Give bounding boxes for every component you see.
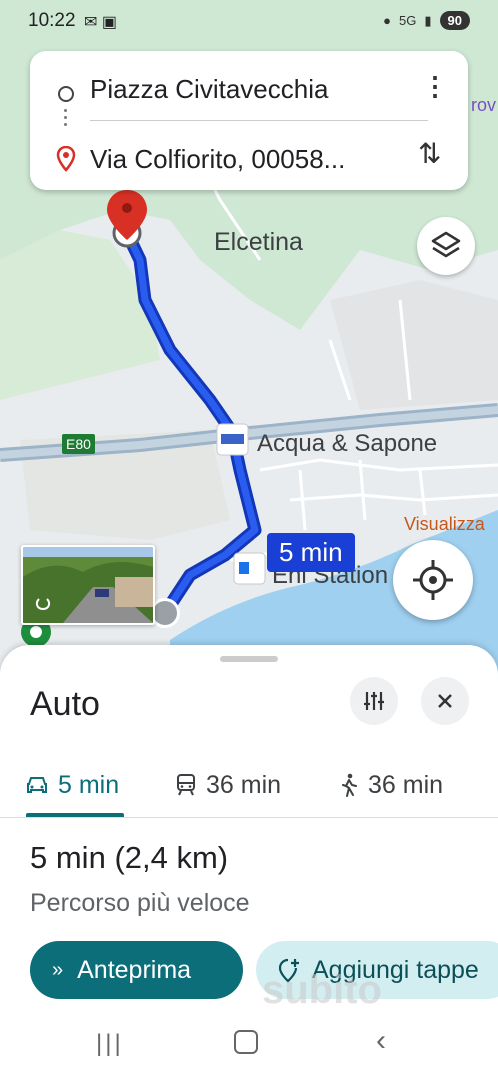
origin-field[interactable]: Piazza Civitavecchia	[90, 74, 328, 105]
battery-level: 90	[439, 11, 470, 30]
tab-transit[interactable]: 36 min	[176, 755, 281, 815]
preview-button-label: Anteprima	[77, 955, 192, 984]
status-icons: ● 5G ▮ 90	[383, 11, 470, 30]
route-time-badge[interactable]: 5 min	[267, 533, 355, 572]
signal-icon: ▮	[424, 12, 432, 28]
tab-transit-label: 36 min	[206, 770, 282, 799]
route-distance: (2,4 km)	[114, 840, 229, 875]
message-icon: ✉	[84, 14, 98, 31]
status-time: 10:22	[28, 10, 76, 31]
tab-walk-label: 36 min	[368, 770, 444, 799]
destination-pin-icon	[56, 146, 76, 172]
tab-car[interactable]: 5 min	[26, 755, 119, 815]
origin-row[interactable]: Piazza Civitavecchia	[30, 61, 468, 111]
layers-button[interactable]	[417, 217, 475, 275]
layers-icon	[431, 231, 461, 258]
tab-car-label: 5 min	[58, 770, 120, 799]
highway-shield: E80	[62, 434, 95, 454]
walking-icon	[342, 773, 357, 797]
network-type: 5G	[399, 13, 417, 28]
map-label-town: Elcetina	[214, 228, 303, 256]
notification-icons: ✉ ▣	[84, 12, 117, 32]
route-duration: 5 min	[30, 840, 106, 875]
sliders-icon	[364, 692, 384, 710]
route-options-button[interactable]	[350, 677, 398, 725]
preview-button[interactable]: » Anteprima	[30, 941, 243, 999]
destination-row[interactable]: Via Colfiorito, 00058...	[30, 131, 468, 181]
drag-handle[interactable]	[220, 656, 278, 662]
swap-icon[interactable]: ⇅	[418, 137, 441, 170]
origin-circle-icon	[58, 86, 74, 102]
route-dots-icon	[64, 109, 67, 133]
route-description: Percorso più veloce	[30, 889, 250, 917]
location-icon: ●	[383, 13, 392, 28]
recent-apps-icon[interactable]: |||	[96, 1030, 124, 1058]
street-view-thumbnail[interactable]	[21, 545, 155, 625]
app-notification-icon: ▣	[101, 14, 117, 31]
crosshair-icon	[413, 560, 453, 600]
travel-mode-tabs: 5 min 36 min 36 min	[0, 755, 498, 818]
map-label-store[interactable]: Acqua & Sapone	[257, 430, 437, 458]
close-icon	[438, 694, 452, 708]
tab-walk[interactable]: 36 min	[340, 755, 443, 815]
my-location-button[interactable]	[393, 540, 473, 620]
status-bar: 10:22 ✉ ▣ ● 5G ▮ 90	[0, 0, 498, 44]
back-icon[interactable]: ‹	[376, 1024, 386, 1058]
map-label-edge: rov	[471, 95, 497, 115]
subito-watermark: subito	[262, 968, 382, 1012]
close-button[interactable]	[421, 677, 469, 725]
card-divider	[90, 120, 428, 121]
sheet-title: Auto	[30, 685, 100, 723]
car-icon	[27, 777, 47, 793]
route-card: Piazza Civitavecchia Via Colfiorito, 000…	[30, 51, 468, 190]
active-tab-indicator	[26, 813, 124, 817]
chevrons-right-icon: »	[52, 958, 64, 981]
destination-field[interactable]: Via Colfiorito, 00058...	[90, 144, 345, 175]
map-label-visualizza[interactable]: Visualizza	[404, 514, 485, 535]
more-options-button[interactable]: ⋮	[422, 69, 448, 103]
system-nav-bar: ||| ‹	[0, 1010, 498, 1080]
route-summary: 5 min (2,4 km)	[30, 840, 228, 876]
home-icon[interactable]	[234, 1030, 258, 1054]
train-icon	[177, 774, 195, 796]
